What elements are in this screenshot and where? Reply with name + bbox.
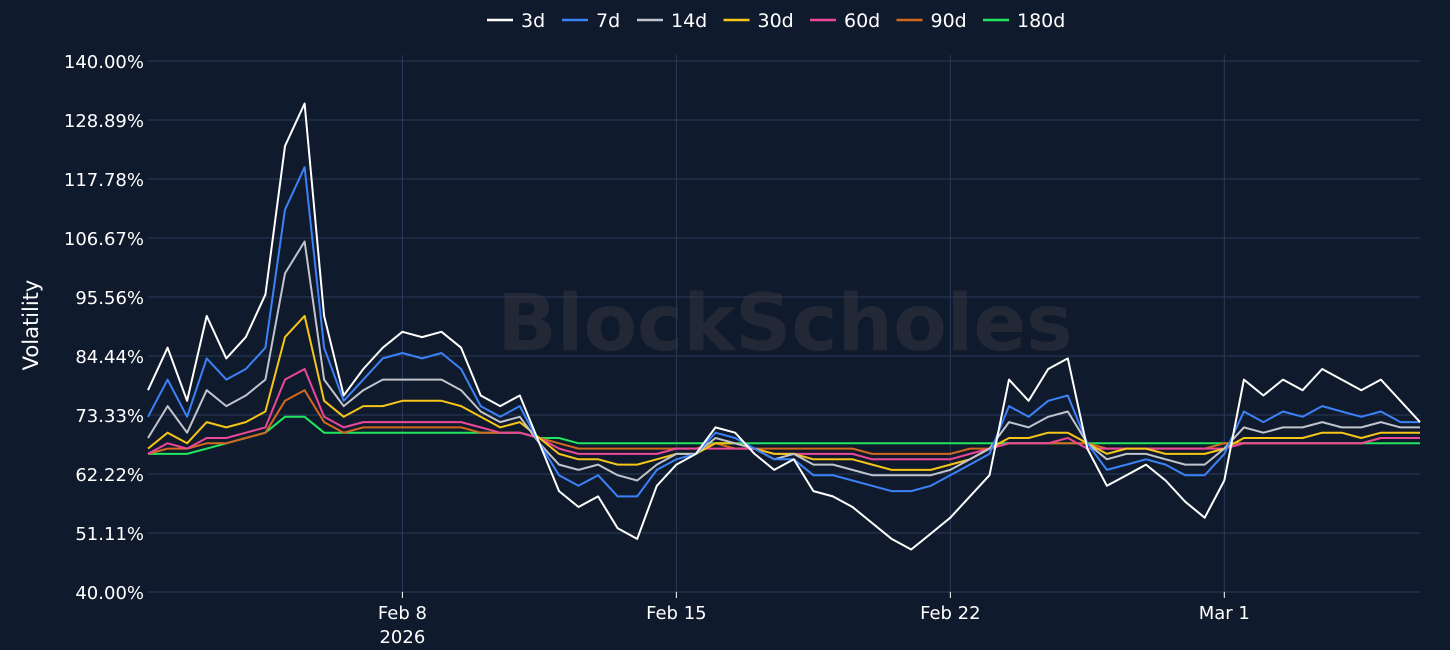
y-tick-label: 117.78% [64, 170, 144, 191]
y-tick-label: 40.00% [75, 583, 144, 604]
legend-label: 3d [521, 10, 545, 32]
x-tick-sublabel: 2026 [379, 627, 425, 648]
x-tick-label: Feb 15 [646, 603, 707, 624]
y-tick-label: 140.00% [64, 52, 144, 73]
y-tick-label: 95.56% [75, 288, 144, 309]
y-tick-label: 84.44% [75, 347, 144, 368]
y-tick-label: 73.33% [75, 406, 144, 427]
legend-label: 7d [596, 10, 620, 32]
y-tick-label: 128.89% [64, 111, 144, 132]
legend-label: 180d [1017, 10, 1065, 32]
volatility-chart: BlockScholes 140.00% 128.89% 117.78% 106.67… [0, 0, 1450, 650]
legend-label: 60d [844, 10, 880, 32]
legend-label: 30d [758, 10, 794, 32]
watermark: BlockScholes [497, 279, 1072, 369]
legend-label: 90d [931, 10, 967, 32]
y-tick-label: 106.67% [64, 229, 144, 250]
x-tick-label: Mar 1 [1199, 603, 1250, 624]
legend-label: 14d [671, 10, 707, 32]
y-tick-label: 51.11% [75, 524, 144, 545]
y-axis-label: Volatility [19, 280, 43, 371]
x-tick-label: Feb 8 [378, 603, 427, 624]
x-tick-label: Feb 22 [920, 603, 981, 624]
y-tick-label: 62.22% [75, 465, 144, 486]
